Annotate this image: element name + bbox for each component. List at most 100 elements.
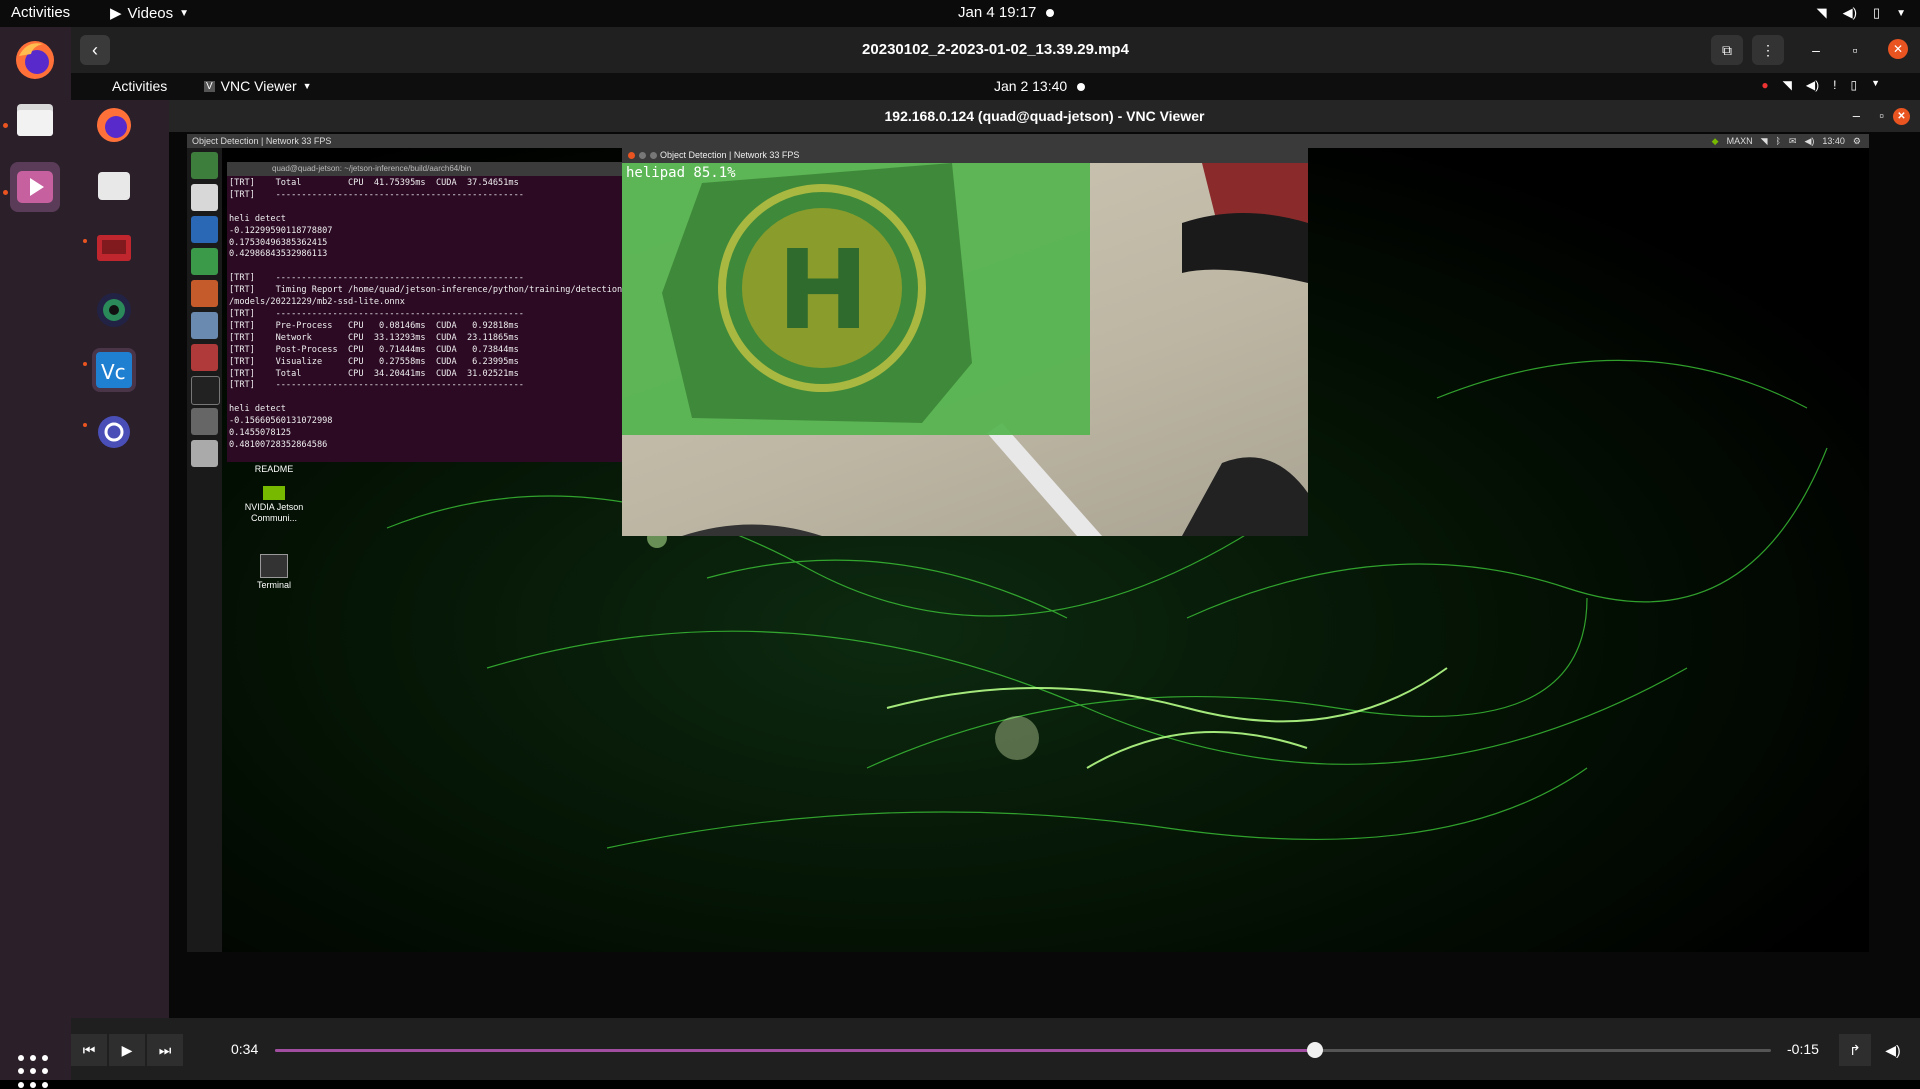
player-header: ‹ 20230102_2-2023-01-02_13.39.29.mp4 ⧉ ⋮… [71,27,1920,73]
screen-icon: ⧉ [1722,41,1732,58]
launcher-drive-icon [191,440,218,467]
elapsed-time: 0:34 [231,1041,259,1057]
top-bar: Activities ▶ Videos ▼ Jan 4 19:17 ◥ ◀) ▯… [0,0,1920,27]
terminal-line: -0.15660560131072998 [229,416,333,427]
launcher-spreadsheet-icon [191,248,218,275]
close-button[interactable]: ✕ [1888,39,1908,59]
fullscreen-button[interactable]: ⧉ [1711,35,1743,65]
activities-button[interactable]: Activities [11,4,70,21]
launcher-software-icon [191,312,218,339]
record-icon: ● [1761,78,1769,92]
vnc-minimize-icon: – [1852,108,1860,123]
kebab-menu-icon: ⋮ [1761,41,1775,58]
battery-icon: ▯ [1872,5,1881,20]
next-button[interactable]: ⏭ [147,1034,183,1066]
chevron-down-icon: ▼ [179,7,190,19]
terminal-line: 0.17530496385362415 [229,237,328,248]
play-icon: ▶ [121,1041,133,1058]
mail-icon: ✉ [1788,136,1797,146]
terminal-line: [TRT] Post-Process CPU 0.71444ms CUDA 0.… [229,344,519,355]
volume-icon: ◀) [1885,1041,1901,1058]
terminal-line: [TRT] ----------------------------------… [229,273,524,284]
minimize-button[interactable]: – [1800,35,1832,65]
remote-panel: Object Detection | Network 33 FPS ◆ MAXN… [187,134,1869,148]
desktop-icon-label: README [254,464,294,474]
volume-icon: ◀) [1804,136,1815,146]
detection-window: Object Detection | Network 33 FPS H heli… [622,148,1308,536]
terminal-line: [TRT] Timing Report /home/quad/jetson-in… [229,285,643,296]
remote-clock-label: Jan 2 13:40 [994,78,1068,94]
terminal-icon [260,554,288,578]
firefox-icon [97,108,131,142]
remote-dock-files [92,164,136,208]
remote-system-tray: ● ◥ ◀) ǃ ▯ ▼ [1761,78,1880,92]
battery-icon: ▯ [1850,78,1858,92]
chevron-down-icon: ▼ [1896,7,1906,19]
seek-handle[interactable] [1306,1042,1323,1058]
mic-icon: ǃ [1833,78,1837,92]
maximize-icon: ▫ [1852,42,1858,58]
menu-button[interactable]: ⋮ [1752,35,1784,65]
play-icon: ▶ [110,5,122,22]
remote-panel-tray: ◆ MAXN ◥ ᛒ ✉ ◀) 13:40 ⚙ [1712,134,1861,148]
presentation-icon [97,235,131,261]
remote-clock: Jan 2 13:40 [994,78,1086,94]
loop-button[interactable]: ↱ [1839,1034,1871,1066]
remote-app-menu: V VNC Viewer ▼ [204,78,312,94]
folder-icon [98,172,130,200]
system-tray[interactable]: ◥ ◀) ▯ ▼ [1817,5,1906,21]
nvidia-icon: ◆ [1711,136,1719,146]
dock-firefox[interactable] [10,35,60,85]
playback-controls: ⏮ ▶ ⏭ 0:34 -0:15 ↱ ◀) [71,1018,1920,1080]
minimize-icon: – [1812,42,1820,58]
remote-dock-firefox [92,103,136,147]
camera-icon [97,293,131,327]
remote-panel-title: Object Detection | Network 33 FPS [192,136,332,146]
remote-activities: Activities [112,78,168,94]
desktop-icon-label: Terminal [256,580,291,590]
launcher-terminal-icon [191,376,220,405]
previous-button[interactable]: ⏮ [71,1034,107,1066]
seek-bar[interactable] [275,1042,1771,1058]
play-button[interactable]: ▶ [109,1034,145,1066]
desktop-icon-label: NVIDIA Jetson Communi... [244,502,304,523]
terminal-line: [TRT] Total CPU 41.75395ms CUDA 37.54651… [229,178,519,188]
dock-files[interactable] [10,95,60,145]
camera-feed: H helipad 85.1% [622,163,1308,536]
gear-icon: ⚙ [1852,136,1861,146]
close-icon: ✕ [1892,42,1904,56]
volume-button[interactable]: ◀) [1877,1034,1909,1066]
remote-desktop: Object Detection | Network 33 FPS ◆ MAXN… [187,134,1869,952]
maximize-button[interactable]: ▫ [1839,35,1871,65]
app-menu[interactable]: ▶ Videos ▼ [110,4,190,23]
bluetooth-icon: ᛒ [1775,136,1781,146]
running-indicator [83,423,87,427]
video-frame[interactable]: Activities V VNC Viewer ▼ Jan 2 13:40 ● … [71,73,1920,1018]
terminal-title: quad@quad-jetson: ~/jetson-inference/bui… [227,162,622,176]
detection-window-title: Object Detection | Network 33 FPS [660,150,800,160]
remote-dock: Vc [71,100,169,1018]
vnc-titlebar: 192.168.0.124 (quad@quad-jetson) - VNC V… [169,100,1920,132]
dock [0,27,71,1088]
show-applications-button[interactable] [18,1055,52,1089]
remote-dock-app-red [92,226,136,270]
terminal-output: [TRT] Total CPU 41.75395ms CUDA 37.54651… [227,176,643,454]
running-indicator [83,239,87,243]
chevron-down-icon: ▼ [302,81,312,91]
terminal-line: 0.48100728352864586 [229,439,328,450]
clock[interactable]: Jan 4 19:17 [958,4,1055,21]
running-indicator [3,123,8,128]
remote-dock-app [92,410,136,454]
svg-text:H: H [777,226,869,354]
terminal-line: heli detect [229,404,286,415]
terminal-line: [TRT] Network CPU 33.13293ms CUDA 23.118… [229,332,519,343]
firefox-icon [16,41,54,79]
remaining-time: -0:15 [1787,1041,1819,1057]
vnc-app-icon: V [204,80,215,92]
close-icon [628,152,635,159]
terminal-line: [TRT] Pre-Process CPU 0.08146ms CUDA 0.9… [229,320,519,331]
power-mode-label: MAXN [1726,136,1753,146]
videos-icon [17,171,53,203]
dock-videos[interactable] [10,162,60,212]
remote-dock-vnc: Vc [92,348,136,392]
